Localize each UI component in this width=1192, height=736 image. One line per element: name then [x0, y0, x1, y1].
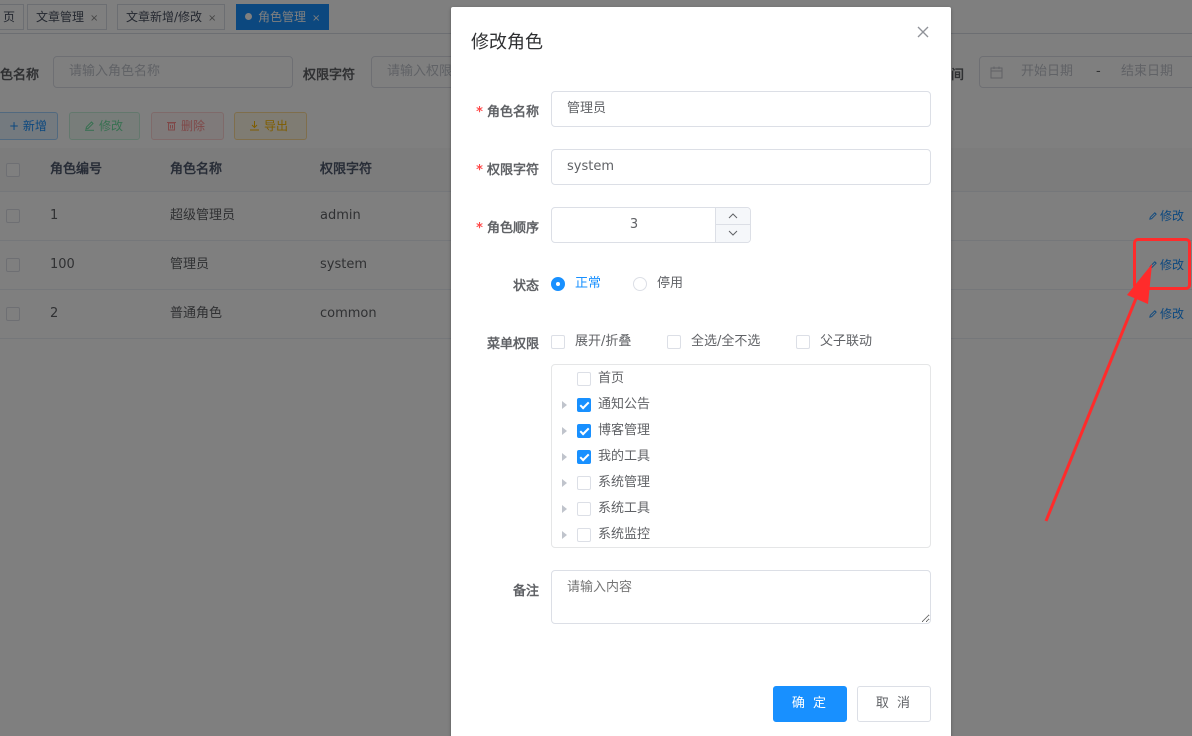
checkbox-icon[interactable] [577, 476, 591, 490]
checkbox-icon[interactable] [577, 502, 591, 516]
role-name-input[interactable]: 管理员 [551, 91, 931, 127]
radio-icon [633, 277, 647, 291]
caret-right-icon[interactable] [562, 427, 567, 435]
status-label: 状态 [512, 279, 539, 294]
close-icon[interactable] [916, 25, 930, 39]
required-mark: * [476, 221, 483, 236]
tree-node[interactable]: 我的工具 [552, 444, 930, 470]
tree-node[interactable]: 系统工具 [552, 496, 930, 522]
tree-node[interactable]: 首页 [552, 366, 930, 392]
checkbox-checked-icon[interactable] [577, 424, 591, 438]
decrease-button[interactable] [715, 225, 750, 242]
perm-key-input[interactable]: system [551, 149, 931, 185]
chevron-down-icon [728, 230, 738, 236]
increase-button[interactable] [715, 208, 750, 225]
caret-right-icon[interactable] [562, 453, 567, 461]
caret-right-icon[interactable] [562, 479, 567, 487]
chevron-up-icon [728, 213, 738, 219]
caret-right-icon[interactable] [562, 401, 567, 409]
confirm-button[interactable]: 确 定 [773, 686, 847, 722]
required-mark: * [476, 163, 483, 178]
remark-textarea[interactable] [551, 570, 931, 624]
required-mark: * [476, 105, 483, 120]
tree-node[interactable]: 博客管理 [552, 418, 930, 444]
tree-node[interactable]: 系统管理 [552, 470, 930, 496]
tree-node[interactable]: 通知公告 [552, 392, 930, 418]
checkbox-checked-icon[interactable] [577, 450, 591, 464]
remark-label: 备注 [512, 584, 539, 599]
tree-node[interactable]: 系统监控 [552, 522, 930, 547]
dialog-title: 修改角色 [471, 32, 543, 53]
checkbox-icon[interactable] [577, 528, 591, 542]
caret-right-icon[interactable] [562, 505, 567, 513]
checkbox-icon[interactable] [577, 372, 591, 386]
role-sort-stepper[interactable]: 3 [551, 207, 751, 243]
menu-tree: 首页 通知公告 博客管理 我的工具 系统管理 系统工具 系统监控 [551, 364, 931, 548]
checkbox-icon [796, 335, 810, 349]
checkbox-icon [551, 335, 565, 349]
edit-role-dialog: 修改角色 * 角色名称 管理员 * 权限字符 system * 角色顺序 3 状态 正… [451, 7, 951, 736]
perm-key-label: * 权限字符 [476, 163, 539, 178]
checkbox-checked-icon[interactable] [577, 398, 591, 412]
radio-icon [551, 277, 565, 291]
menu-perm-label: 菜单权限 [486, 337, 539, 352]
role-sort-value[interactable]: 3 [552, 208, 716, 242]
caret-right-icon[interactable] [562, 531, 567, 539]
cancel-button[interactable]: 取 消 [857, 686, 931, 722]
annotation-arrow-icon [1044, 264, 1152, 522]
role-sort-label: * 角色顺序 [476, 221, 539, 236]
checkbox-icon [667, 335, 681, 349]
role-name-label: * 角色名称 [476, 105, 539, 120]
